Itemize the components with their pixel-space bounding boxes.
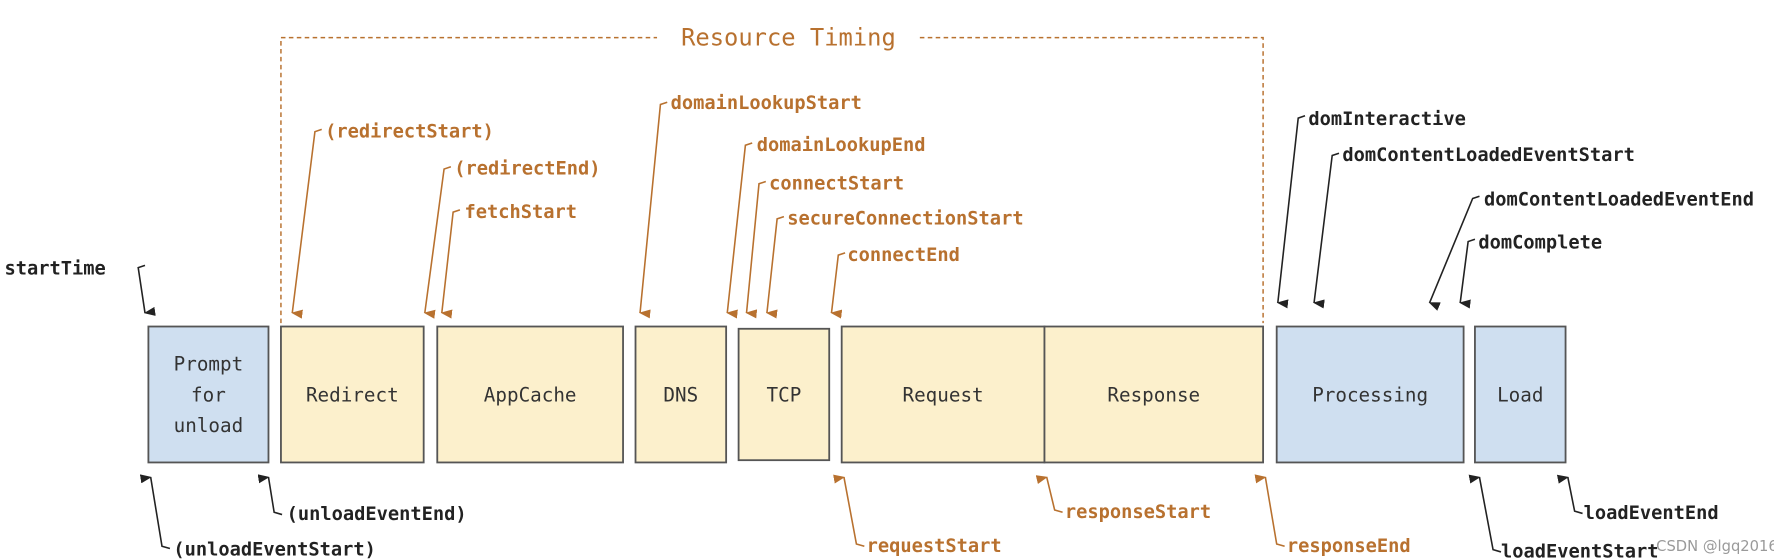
- phase-label: DNS: [663, 383, 698, 406]
- marker-label: (redirectStart): [325, 121, 494, 142]
- phase-redirect: Redirect: [280, 325, 425, 464]
- arrow-icon: [638, 101, 668, 319]
- arrow-icon: [1276, 115, 1306, 309]
- marker-label: (redirectEnd): [454, 159, 600, 180]
- arrow-icon: [423, 166, 452, 319]
- marker-label: secureConnectionStart: [787, 209, 1023, 230]
- marker-request-start: requestStart: [833, 474, 1002, 557]
- marker-response-start: responseStart: [1035, 475, 1211, 523]
- phase-label: Prompt: [174, 353, 244, 376]
- resource-timing-title: Resource Timing: [681, 24, 896, 52]
- phase-label: Processing: [1312, 383, 1428, 406]
- arrow-icon: [1035, 475, 1063, 514]
- arrow-icon: [137, 264, 156, 316]
- marker-label: (unloadEventEnd): [287, 504, 467, 525]
- marker-label: responseEnd: [1287, 536, 1411, 557]
- marker-label: loadEventEnd: [1584, 503, 1719, 524]
- phase-request: Request: [840, 325, 1046, 464]
- phase-label: unload: [174, 414, 244, 437]
- arrow-icon: [291, 128, 322, 319]
- phase-response: Response: [1043, 325, 1265, 464]
- marker-response-end: responseEnd: [1254, 474, 1411, 557]
- marker-load-event-end: loadEventEnd: [1556, 474, 1719, 524]
- marker-domain-lookup-start: domainLookupStart: [638, 93, 862, 319]
- phase-label: Redirect: [306, 383, 399, 406]
- phase-prompt-for-unload: Prompt for unload: [147, 325, 270, 464]
- marker-dom-content-loaded-event-start: domContentLoadedEventStart: [1312, 145, 1635, 309]
- phase-processing: Processing: [1275, 325, 1465, 464]
- marker-label: responseStart: [1065, 502, 1211, 523]
- phase-label: TCP: [767, 383, 802, 406]
- marker-label: domainLookupEnd: [757, 135, 926, 156]
- arrow-icon: [830, 252, 846, 319]
- marker-label: domContentLoadedEventStart: [1342, 145, 1635, 166]
- arrow-icon: [1312, 152, 1340, 309]
- marker-label: domComplete: [1478, 232, 1602, 253]
- arrow-icon: [1428, 195, 1480, 311]
- marker-label: connectEnd: [847, 245, 960, 266]
- marker-label: (unloadEventStart): [173, 539, 376, 559]
- phase-tcp: TCP: [737, 327, 831, 462]
- marker-label: domInteractive: [1308, 109, 1466, 130]
- phase-label: AppCache: [484, 383, 577, 406]
- marker-start-time: startTime: [5, 258, 156, 316]
- arrow-icon: [1254, 474, 1285, 548]
- phase-appcache: AppCache: [436, 325, 624, 464]
- marker-label: connectStart: [769, 173, 904, 194]
- marker-connect-end: connectEnd: [830, 245, 960, 319]
- phase-dns: DNS: [634, 325, 728, 464]
- arrow-icon: [765, 215, 785, 319]
- arrow-icon: [1468, 474, 1502, 553]
- marker-dom-interactive: domInteractive: [1276, 109, 1466, 309]
- arrow-icon: [257, 474, 283, 516]
- watermark: CSDN @lgq2016: [1656, 538, 1774, 555]
- arrow-icon: [1556, 474, 1583, 515]
- marker-label: requestStart: [867, 536, 1002, 557]
- arrow-icon: [139, 474, 171, 550]
- navigation-timing-diagram: Resource Timing Prompt for unload Redirect A…: [5, 24, 1774, 559]
- marker-label: domainLookupStart: [671, 93, 862, 114]
- marker-label: fetchStart: [464, 202, 577, 223]
- arrow-icon: [1459, 238, 1476, 309]
- marker-connect-start: connectStart: [745, 173, 904, 319]
- marker-unload-event-end: (unloadEventEnd): [257, 474, 467, 525]
- marker-fetch-start: fetchStart: [440, 202, 577, 319]
- phase-label: Load: [1497, 383, 1543, 406]
- phase-label: for: [191, 383, 226, 406]
- arrow-icon: [833, 474, 865, 548]
- arrow-icon: [440, 209, 461, 319]
- marker-label: startTime: [5, 258, 106, 279]
- arrow-icon: [745, 180, 767, 319]
- phase-load: Load: [1474, 325, 1567, 464]
- marker-label: domContentLoadedEventEnd: [1484, 189, 1754, 210]
- phase-label: Response: [1107, 383, 1200, 406]
- marker-dom-complete: domComplete: [1459, 232, 1602, 309]
- marker-label: loadEventStart: [1501, 542, 1659, 559]
- phase-label: Request: [903, 383, 984, 406]
